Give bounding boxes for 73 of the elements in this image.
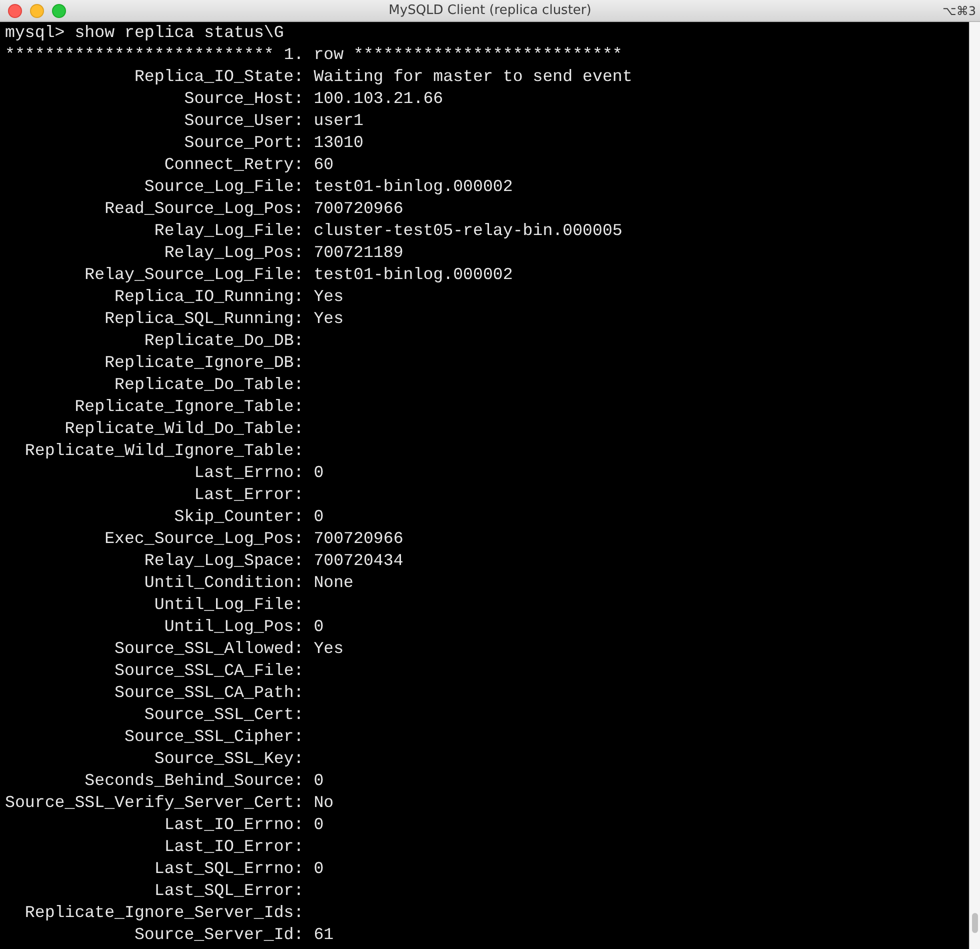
field-value: 700720966 — [314, 198, 404, 220]
field-value: Waiting for master to send event — [314, 66, 632, 88]
field-label: Seconds_Behind_Source: — [84, 770, 304, 792]
field-value: 700721189 — [314, 242, 404, 264]
field-value: 61 — [314, 924, 335, 946]
field-label: Last_IO_Errno: — [163, 814, 304, 836]
field-label: Replicate_Do_Table: — [114, 374, 304, 396]
field-label: Until_Log_Pos: — [163, 616, 304, 638]
field-label: Source_Server_Id: — [133, 924, 304, 946]
field-label: Last_SQL_Error: — [153, 880, 304, 902]
window-shortcut: ⌥⌘3 — [942, 4, 977, 18]
zoom-button[interactable] — [52, 4, 66, 18]
field-label: Source_SSL_Allowed: — [114, 638, 304, 660]
field-label: Source_SSL_Verify_Server_Cert: — [5, 792, 304, 814]
field-value: 100.103.21.66 — [314, 88, 444, 110]
field-value: 13010 — [314, 132, 364, 154]
field-label: Relay_Log_Space: — [143, 550, 304, 572]
scroll-bar[interactable] — [969, 22, 980, 949]
field-value: 0 — [314, 770, 325, 792]
field-value: None — [314, 572, 355, 594]
field-label: Skip_Counter: — [173, 506, 304, 528]
field-label: Replicate_Wild_Do_Table: — [64, 418, 304, 440]
field-label: Source_SSL_Cipher: — [123, 726, 304, 748]
field-label: Replicate_Ignore_Server_Ids: — [24, 902, 304, 924]
field-label: Exec_Source_Log_Pos: — [104, 528, 304, 550]
field-value: 700720966 — [314, 528, 404, 550]
row-header: *************************** 1. row *************************** — [5, 44, 624, 66]
field-value: test01-binlog.000002 — [314, 176, 514, 198]
field-value: 60 — [314, 154, 335, 176]
field-value: test01-binlog.000002 — [314, 264, 514, 286]
field-label: Replicate_Do_DB: — [143, 330, 304, 352]
field-label: Read_Source_Log_Pos: — [104, 198, 304, 220]
field-label: Last_Error: — [193, 484, 304, 506]
field-label: Source_SSL_CA_Path: — [114, 682, 304, 704]
field-value: 0 — [314, 462, 325, 484]
field-label: Source_SSL_Cert: — [143, 704, 304, 726]
field-label: Replica_IO_State: — [133, 66, 304, 88]
field-label: Source_Log_File: — [143, 176, 304, 198]
minimize-button[interactable] — [30, 4, 44, 18]
field-value: 700720434 — [314, 550, 404, 572]
field-value: 0 — [314, 616, 325, 638]
field-label: Last_IO_Error: — [163, 836, 304, 858]
field-value: cluster-test05-relay-bin.000005 — [314, 220, 624, 242]
field-label: Replica_IO_Running: — [114, 286, 304, 308]
close-button[interactable] — [8, 4, 22, 18]
field-label: Source_Host: — [183, 88, 304, 110]
field-label: Relay_Source_Log_File: — [84, 264, 304, 286]
field-value: Yes — [314, 286, 345, 308]
field-value: user1 — [314, 110, 364, 132]
field-label: Last_SQL_Errno: — [153, 858, 304, 880]
field-value: 0 — [314, 858, 325, 880]
field-label: Replica_SQL_Running: — [104, 308, 304, 330]
field-value: Yes — [314, 638, 345, 660]
scroll-thumb[interactable] — [972, 913, 978, 933]
field-label: Relay_Log_File: — [153, 220, 304, 242]
command-line: mysql> show replica status\G — [5, 22, 285, 44]
window-title: MySQLD Client (replica cluster) — [388, 3, 592, 18]
field-label: Source_User: — [183, 110, 304, 132]
field-label: Replicate_Ignore_DB: — [104, 352, 304, 374]
field-value: 0 — [314, 814, 325, 836]
field-value: No — [314, 792, 335, 814]
field-value: 0 — [314, 506, 325, 528]
field-label: Connect_Retry: — [163, 154, 304, 176]
field-label: Source_SSL_Key: — [153, 748, 304, 770]
field-label: Source_SSL_CA_File: — [114, 660, 304, 682]
field-label: Until_Log_File: — [153, 594, 304, 616]
field-label: Until_Condition: — [143, 572, 304, 594]
field-label: Relay_Log_Pos: — [163, 242, 304, 264]
field-label: Replicate_Ignore_Table: — [74, 396, 304, 418]
field-value: Yes — [314, 308, 345, 330]
field-label: Replicate_Wild_Ignore_Table: — [24, 440, 304, 462]
field-label: Source_Port: — [183, 132, 304, 154]
field-label: Last_Errno: — [193, 462, 304, 484]
